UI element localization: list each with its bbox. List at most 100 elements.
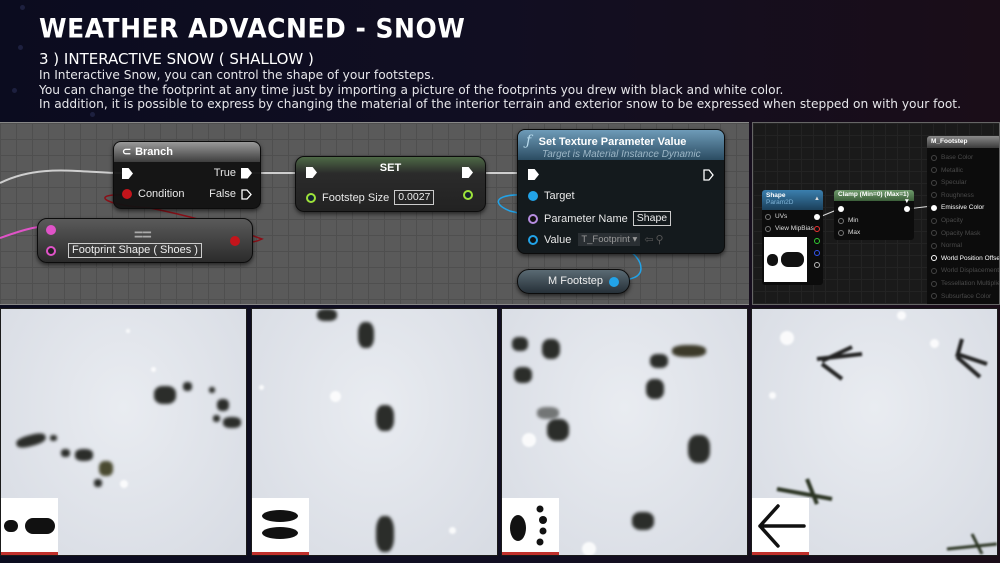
page-title: WEATHER ADVACNED - SNOW — [39, 13, 466, 44]
parameter-name-input[interactable]: Shape — [632, 211, 672, 226]
exec-wire — [0, 169, 125, 184]
pin-label: Opacity — [941, 217, 964, 224]
footstep-size-out[interactable] — [463, 190, 473, 200]
pin-icon — [931, 280, 937, 287]
texture-preview — [764, 237, 807, 282]
view-mipbias-pin[interactable]: View MipBias — [765, 225, 814, 232]
condition-pin[interactable]: Condition — [122, 188, 184, 200]
shape-param-node[interactable]: Shape Param2D ▲ UVs View MipBias — [762, 190, 823, 285]
pin-label: Emissive Color — [941, 204, 985, 212]
function-icon: ƒ — [526, 133, 532, 149]
texture-exec-in[interactable] — [528, 169, 539, 180]
equals-input-b[interactable]: Footprint Shape ( Shoes ) — [46, 243, 202, 258]
material-output-node[interactable]: M_Footstep Base Color Metallic Specular Rou… — [927, 136, 1000, 304]
texture-asset-dropdown[interactable]: T_Footprint ▾ — [578, 233, 641, 246]
clamp-node[interactable]: Clamp (Min=0) (Max=1) ▼ Min Max — [834, 190, 914, 240]
description-line: You can change the footprint at any time… — [39, 82, 784, 97]
uvs-label: UVs — [775, 213, 788, 220]
exec-in-pin[interactable] — [122, 168, 133, 179]
equals-input-a[interactable] — [46, 225, 56, 235]
footprint-shape-thumbnail — [252, 498, 309, 555]
max-label: Max — [848, 229, 861, 236]
pin-label: Subsurface Color — [941, 292, 992, 300]
true-label: True — [213, 167, 236, 179]
use-selected-asset-icon[interactable]: ⇦ — [644, 233, 653, 246]
material-output-pin[interactable]: Opacity — [931, 217, 963, 224]
pin-icon — [931, 192, 937, 199]
example-bird — [751, 308, 998, 556]
material-output-pin[interactable]: Metallic — [931, 167, 963, 174]
pin-icon — [931, 255, 937, 262]
material-output-pin[interactable]: Base Color — [931, 154, 973, 161]
footstep-size-label: Footstep Size — [322, 191, 390, 204]
pin-icon — [931, 167, 937, 174]
true-pin[interactable]: True — [214, 167, 252, 179]
hoof-print-icon — [262, 510, 298, 539]
uvs-pin[interactable]: UVs — [765, 213, 787, 220]
collapse-icon[interactable]: ▲ — [814, 196, 820, 202]
pin-icon — [931, 179, 937, 186]
clamp-input-pin[interactable] — [838, 206, 844, 212]
material-output-pin[interactable]: Normal — [931, 242, 962, 249]
set-exec-out[interactable] — [462, 167, 473, 178]
texture-asset-value: T_Footprint — [581, 234, 630, 245]
example-shoes — [0, 308, 247, 556]
object-pin-icon — [528, 234, 538, 245]
float-pin-icon — [306, 192, 316, 203]
material-output-pin[interactable]: Roughness — [931, 192, 974, 199]
clamp-min-pin[interactable]: Min — [838, 217, 858, 224]
set-node[interactable]: SET Footstep Size 0.0027 — [295, 156, 486, 212]
value-pin[interactable]: Value T_Footprint ▾ ⇦ ⚲ — [528, 233, 664, 246]
material-output-pin[interactable]: Opacity Mask — [931, 230, 980, 237]
r-output-pin[interactable] — [814, 226, 820, 232]
rgb-output-pin[interactable] — [814, 214, 820, 220]
exec-pin-hollow-icon — [241, 188, 252, 200]
branch-node-header: ⊂ Branch — [114, 142, 260, 162]
material-output-title: M_Footstep — [927, 136, 999, 148]
float-pin-icon — [463, 190, 473, 200]
clamp-output-pin[interactable] — [904, 206, 910, 212]
m-footstep-variable-node[interactable]: M Footstep — [517, 269, 630, 294]
material-output-pin[interactable]: World Position Offset — [931, 254, 1000, 262]
pin-icon — [931, 204, 937, 211]
browse-asset-icon[interactable]: ⚲ — [656, 233, 664, 246]
g-output-pin[interactable] — [814, 238, 820, 244]
shape-param-subtitle: Param2D — [766, 199, 794, 206]
material-output-pin[interactable]: Subsurface Color — [931, 293, 991, 300]
pin-icon — [838, 217, 844, 224]
branch-node[interactable]: ⊂ Branch True Condition False — [113, 141, 261, 209]
parameter-name-pin[interactable]: Parameter Name Shape — [528, 211, 672, 226]
material-output-pin[interactable]: World Displacement — [931, 267, 999, 274]
material-graph-panel[interactable]: Shape Param2D ▲ UVs View MipBias Clamp (… — [752, 122, 1000, 305]
struct-pin-icon — [46, 225, 56, 235]
bool-pin-icon — [230, 236, 240, 246]
clamp-header: Clamp (Min=0) (Max=1) ▼ — [834, 190, 914, 205]
material-output-pin[interactable]: Specular — [931, 179, 967, 186]
blueprint-graph-panel[interactable]: ⊂ Branch True Condition False == Footpri… — [0, 122, 749, 305]
clamp-max-pin[interactable]: Max — [838, 229, 860, 236]
collapse-icon[interactable]: ▼ — [904, 198, 910, 205]
footstep-size-pin[interactable]: Footstep Size 0.0027 — [306, 190, 435, 205]
texture-exec-out[interactable] — [703, 169, 714, 181]
a-output-pin[interactable] — [814, 262, 820, 268]
false-pin[interactable]: False — [209, 188, 252, 200]
description: In Interactive Snow, you can control the… — [39, 68, 961, 112]
pin-label: World Position Offset — [941, 254, 1000, 262]
target-pin[interactable]: Target — [528, 190, 575, 202]
footstep-size-input[interactable]: 0.0027 — [394, 190, 435, 205]
set-title: SET — [379, 162, 402, 174]
m-footstep-label: M Footstep — [548, 275, 604, 287]
set-exec-in[interactable] — [306, 167, 317, 178]
bird-print-icon — [758, 504, 806, 548]
equals-node[interactable]: == Footprint Shape ( Shoes ) — [37, 218, 253, 263]
footprint-shape-field[interactable]: Footprint Shape ( Shoes ) — [68, 243, 202, 258]
material-output-pin[interactable]: Emissive Color — [931, 204, 984, 211]
object-pin-icon[interactable] — [609, 277, 619, 287]
value-label: Value — [544, 233, 572, 246]
b-output-pin[interactable] — [814, 250, 820, 256]
footprint-shape-thumbnail — [1, 498, 58, 555]
min-label: Min — [848, 217, 859, 224]
material-output-pin[interactable]: Tessellation Multiplier — [931, 280, 999, 287]
set-texture-param-node[interactable]: ƒ Set Texture Parameter Value Target is … — [517, 129, 725, 254]
equals-output[interactable] — [230, 236, 240, 246]
